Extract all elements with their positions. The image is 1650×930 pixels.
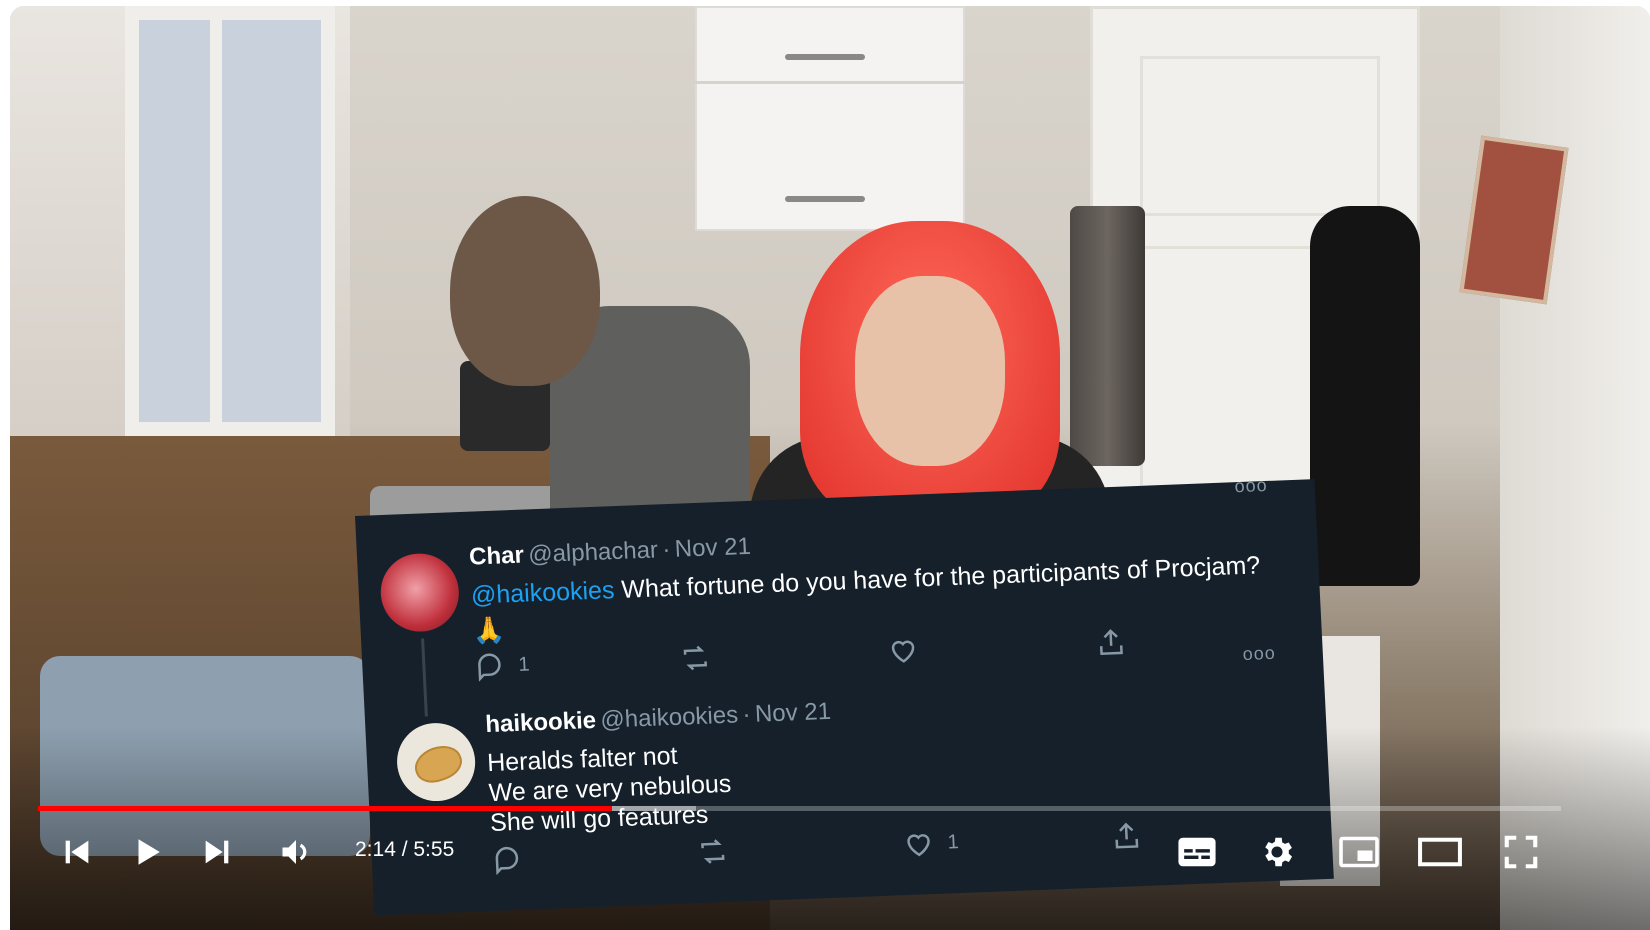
miniplayer-button[interactable] — [1330, 828, 1388, 876]
scene-door-panel — [1140, 56, 1380, 216]
share-action — [1111, 820, 1142, 851]
time-display: 2:14 / 5:55 — [355, 838, 455, 861]
theater-mode-button[interactable] — [1410, 828, 1470, 876]
progress-bar[interactable] — [38, 806, 1561, 811]
video-player[interactable]: ooo Char @alphachar · Nov 21 @haikookies… — [10, 6, 1650, 930]
scene-apron — [1310, 206, 1420, 586]
scene-cabinet-edge — [695, 81, 965, 84]
fullscreen-icon — [1504, 835, 1538, 869]
reply-icon — [478, 653, 501, 682]
reply-icon — [495, 846, 519, 875]
reply-action — [491, 844, 522, 875]
tweet-separator: · — [741, 700, 752, 729]
miniplayer-icon — [1339, 836, 1379, 868]
tweet-emoji: 🙏 — [471, 614, 506, 646]
theater-mode-icon — [1418, 837, 1462, 867]
retweet-action — [680, 642, 711, 673]
like-count: 1 — [947, 830, 960, 853]
retweet-icon — [683, 645, 707, 671]
tweet-date: Nov 21 — [754, 697, 832, 728]
captions-icon — [1178, 837, 1216, 867]
scene-person-woman-face — [855, 276, 1005, 466]
tweet-date: Nov 21 — [674, 532, 752, 563]
tweet-mention: @haikookies — [470, 576, 616, 610]
more-icon: ooo — [1242, 642, 1277, 665]
scene-window-frame — [210, 6, 342, 436]
retweet-icon — [701, 839, 725, 864]
tweet-header: haikookie @haikookies · Nov 21 — [485, 698, 832, 739]
tweet-author-handle: @haikookies — [599, 701, 739, 734]
thread-line — [421, 638, 428, 717]
heart-icon — [907, 834, 930, 857]
settings-icon — [1265, 837, 1293, 867]
scene-towel — [1070, 206, 1145, 466]
heart-icon — [891, 640, 915, 663]
tweet-separator: · — [661, 535, 672, 564]
scene-handle — [785, 196, 865, 202]
reply-action: 1 — [474, 649, 531, 682]
volume-button[interactable] — [268, 828, 324, 876]
scene-person-man-head — [450, 196, 600, 386]
retweet-action — [697, 836, 728, 867]
previous-icon — [65, 840, 89, 864]
previous-button[interactable] — [52, 828, 102, 876]
tweet-author-name: Char — [468, 541, 525, 571]
share-icon — [1115, 822, 1139, 849]
like-action — [887, 634, 918, 665]
share-icon — [1099, 629, 1123, 655]
avatar — [378, 552, 461, 634]
fortune-cookie-icon — [409, 739, 467, 789]
tweet-author-name: haikookie — [484, 706, 597, 739]
share-action — [1095, 627, 1126, 658]
tweet-header: Char @alphachar · Nov 21 — [468, 533, 751, 572]
settings-button[interactable] — [1250, 828, 1304, 876]
fullscreen-button[interactable] — [1494, 828, 1548, 876]
play-icon — [138, 839, 160, 865]
avatar — [395, 721, 477, 803]
progress-played — [38, 806, 613, 811]
tweet-author-handle: @alphachar — [527, 536, 659, 569]
more-icon: ooo — [1234, 474, 1269, 497]
scene-handle — [785, 54, 865, 60]
volume-icon — [282, 840, 307, 864]
reply-count: 1 — [517, 652, 531, 676]
play-button[interactable] — [122, 828, 172, 876]
next-button[interactable] — [192, 828, 242, 876]
next-icon — [205, 840, 229, 864]
like-action: 1 — [903, 827, 960, 859]
captions-button[interactable] — [1170, 828, 1224, 876]
